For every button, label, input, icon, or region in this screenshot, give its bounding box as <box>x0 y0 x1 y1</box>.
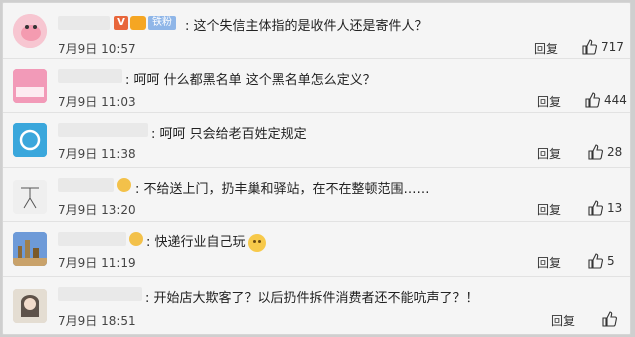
like-count: 444 <box>604 93 627 107</box>
comment-row: : 快递行业自己玩 7月9日 11:19 回复 5 <box>3 222 630 277</box>
reply-button[interactable]: 回复 <box>537 145 561 162</box>
like-count: 5 <box>607 254 615 268</box>
comment-row: : 开始店大欺客了？以后扔件拆件消费者还不能吭声了？！ 7月9日 18:51 回… <box>3 277 630 334</box>
like-count: 28 <box>607 145 623 159</box>
reply-button[interactable]: 回复 <box>537 93 561 110</box>
thumbs-up-icon <box>588 253 603 269</box>
username-redacted[interactable] <box>58 178 114 192</box>
comment-date: 7月9日 11:38 <box>58 147 136 161</box>
comment-date: 7月9日 11:19 <box>58 256 136 270</box>
reply-button[interactable]: 回复 <box>537 201 561 218</box>
like-count: 717 <box>601 40 624 54</box>
like-button[interactable] <box>601 311 621 327</box>
reply-button[interactable]: 回复 <box>537 254 561 271</box>
peppa-pig-avatar[interactable] <box>13 14 47 48</box>
sketch-figure-avatar[interactable] <box>13 180 47 214</box>
reply-button[interactable]: 回复 <box>534 40 558 57</box>
username-redacted[interactable] <box>58 232 126 246</box>
like-button[interactable]: 5 <box>587 253 615 269</box>
sweat-smile-emoji-icon <box>247 233 266 252</box>
like-button[interactable]: 717 <box>581 39 624 55</box>
thumbs-up-icon <box>588 200 603 216</box>
like-button[interactable]: 28 <box>587 144 622 160</box>
comment-row: : 呵呵 什么都黑名单 这个黑名单怎么定义？ 7月9日 11:03 回复 444 <box>3 59 630 113</box>
vip-badge-icon: V <box>114 16 128 30</box>
comment-text: : 不给送上门，扔丰巢和驿站，在不在整顿范围…… <box>135 182 430 197</box>
username-redacted[interactable] <box>58 69 122 83</box>
emoji-badge-icon <box>117 178 131 192</box>
comment-row: : 不给送上门，扔丰巢和驿站，在不在整顿范围…… 7月9日 13:20 回复 1… <box>3 168 630 222</box>
thumbs-up-icon <box>588 144 603 160</box>
cloud-avatar[interactable] <box>13 123 47 157</box>
reply-button[interactable]: 回复 <box>551 312 575 329</box>
username-redacted[interactable] <box>58 287 142 301</box>
thumbs-up-icon <box>602 311 617 327</box>
username-redacted[interactable] <box>58 16 110 30</box>
comment-text: : 这个失信主体指的是收件人还是寄件人？ <box>185 19 428 34</box>
emoji-badge-icon <box>129 232 143 246</box>
fan-badge: 铁粉 <box>148 16 176 30</box>
like-count: 13 <box>607 201 623 215</box>
thumbs-up-icon <box>585 92 600 108</box>
girl-portrait-avatar[interactable] <box>13 289 47 323</box>
comment-date: 7月9日 13:20 <box>58 203 136 217</box>
comment-text: : 快递行业自己玩 <box>146 231 266 252</box>
comment-row: V 铁粉 : 这个失信主体指的是收件人还是寄件人？ 7月9日 10:57 回复 … <box>3 3 630 59</box>
level-badge-icon <box>130 16 146 30</box>
comment-row: : 呵呵 只会给老百姓定规定 7月9日 11:38 回复 28 <box>3 113 630 168</box>
comment-text: : 呵呵 什么都黑名单 这个黑名单怎么定义？ <box>125 73 376 88</box>
pink-card-avatar[interactable] <box>13 69 47 103</box>
username-redacted[interactable] <box>58 123 148 137</box>
comment-list: V 铁粉 : 这个失信主体指的是收件人还是寄件人？ 7月9日 10:57 回复 … <box>2 2 631 335</box>
city-skyline-avatar[interactable] <box>13 232 47 266</box>
comment-date: 7月9日 10:57 <box>58 42 136 56</box>
like-button[interactable]: 13 <box>587 200 622 216</box>
comment-date: 7月9日 18:51 <box>58 314 136 328</box>
comment-date: 7月9日 11:03 <box>58 95 136 109</box>
like-button[interactable]: 444 <box>584 92 627 108</box>
comment-text: : 开始店大欺客了？以后扔件拆件消费者还不能吭声了？！ <box>145 291 479 306</box>
thumbs-up-icon <box>582 39 597 55</box>
comment-text: : 呵呵 只会给老百姓定规定 <box>151 127 307 142</box>
